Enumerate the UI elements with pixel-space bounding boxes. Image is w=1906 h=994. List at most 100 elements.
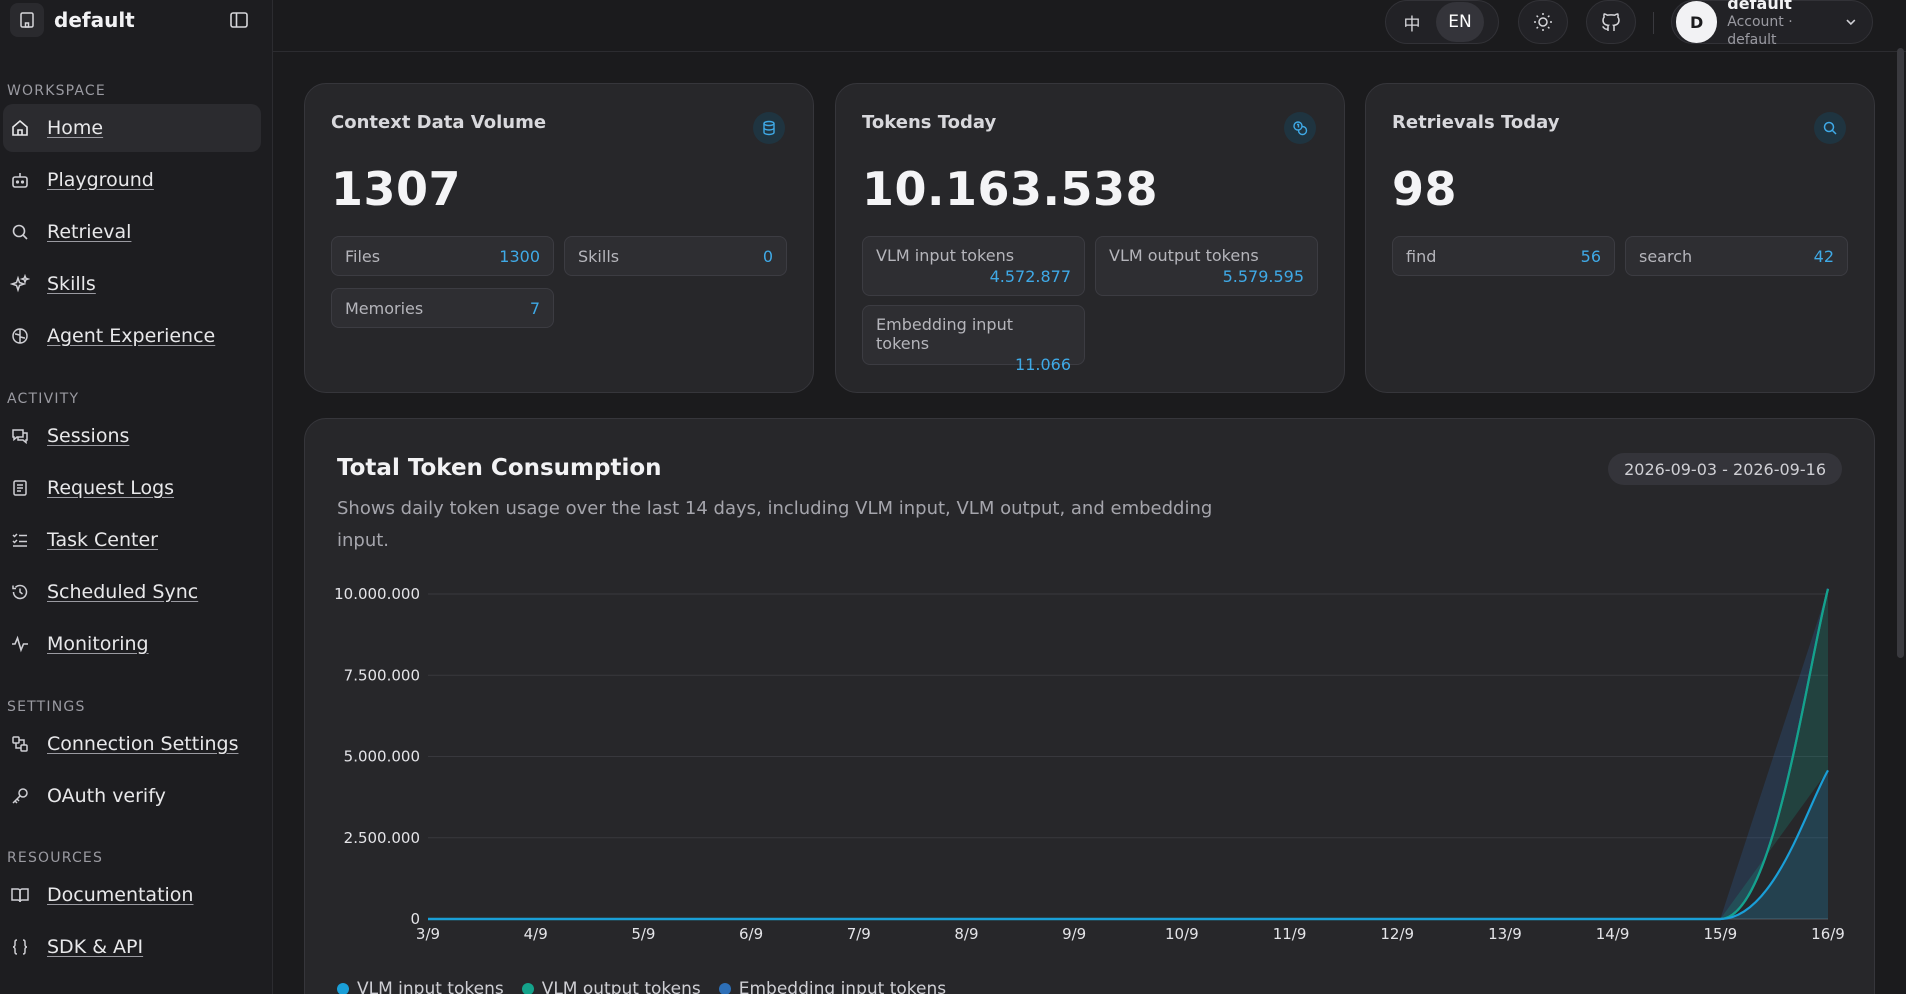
- x-tick-label: 13/9: [1488, 925, 1522, 943]
- sidebar-item-label: Playground: [47, 169, 154, 191]
- token-consumption-card: Total Token Consumption Shows daily toke…: [304, 418, 1875, 994]
- sidebar-item-sdk-api[interactable]: SDK & API: [3, 923, 261, 971]
- legend-item-embedding-input[interactable]: Embedding input tokens: [718, 979, 947, 994]
- sparkles-icon: [3, 274, 37, 294]
- stat-vlm-input: VLM input tokens 4.572.877: [862, 236, 1085, 296]
- sidebar-item-task-center[interactable]: Task Center: [3, 516, 261, 564]
- stat-vlm-output: VLM output tokens 5.579.595: [1095, 236, 1318, 296]
- scrollbar-thumb[interactable]: [1897, 48, 1904, 658]
- lang-option-zh[interactable]: 中: [1388, 2, 1436, 42]
- sidebar-item-label: Connection Settings: [47, 733, 239, 755]
- context-volume-value: 1307: [331, 162, 462, 216]
- card-title: Context Data Volume: [331, 112, 547, 133]
- tokens-today-value: 10.163.538: [862, 162, 1159, 216]
- x-tick-label: 12/9: [1380, 925, 1414, 943]
- sidebar-item-label: OAuth verify: [47, 785, 166, 807]
- section-workspace: WORKSPACE: [7, 83, 106, 99]
- section-resources: RESOURCES: [7, 850, 104, 866]
- github-icon: [1602, 13, 1620, 31]
- legend-dot: [521, 983, 534, 994]
- sun-icon: [1534, 13, 1552, 31]
- stat-label: Files: [345, 246, 381, 266]
- x-tick-label: 11/9: [1273, 925, 1307, 943]
- sidebar-item-retrieval[interactable]: Retrieval: [3, 208, 261, 256]
- sidebar-item-label: Documentation: [47, 884, 194, 906]
- stat-find: find 56: [1392, 236, 1615, 276]
- activity-icon: [3, 634, 37, 654]
- sidebar-item-label: Agent Experience: [47, 325, 216, 347]
- y-tick-label: 5.000.000: [344, 748, 420, 766]
- search-icon: [3, 222, 37, 242]
- plug-icon: [3, 734, 37, 754]
- book-icon: [3, 885, 37, 905]
- sidebar-toggle-button[interactable]: [228, 9, 250, 31]
- legend-dot: [337, 983, 349, 994]
- sidebar-item-agent-experience[interactable]: Agent Experience: [3, 312, 261, 360]
- account-name: default: [1727, 0, 1792, 13]
- panel-left-icon: [230, 12, 248, 28]
- sidebar-item-label: SDK & API: [47, 936, 144, 958]
- sidebar-item-label: Monitoring: [47, 633, 149, 655]
- account-info: default Account · default: [1727, 0, 1844, 49]
- y-tick-label: 2.500.000: [344, 829, 420, 847]
- history-icon: [3, 582, 37, 602]
- sidebar-item-home[interactable]: Home: [3, 104, 261, 152]
- sidebar-item-request-logs[interactable]: Request Logs: [3, 464, 261, 512]
- retrievals-today-card: Retrievals Today 98 find 56 search 42: [1365, 83, 1875, 393]
- stat-value: 1300: [499, 246, 540, 266]
- sidebar-item-monitoring[interactable]: Monitoring: [3, 620, 261, 668]
- sidebar-item-documentation[interactable]: Documentation: [3, 871, 261, 919]
- series-vlm-input-area: [428, 770, 1828, 919]
- sidebar-item-label: Request Logs: [47, 477, 175, 499]
- y-tick-label: 7.500.000: [344, 666, 420, 684]
- chat-icon: [3, 426, 37, 446]
- context-volume-card: Context Data Volume 1307 Files 1300 Skil…: [304, 83, 814, 393]
- series-embedding-input-line: [427, 588, 1830, 921]
- theme-toggle-button[interactable]: [1518, 0, 1568, 44]
- x-tick-label: 6/9: [739, 925, 763, 943]
- stat-value: 11.066: [1015, 355, 1071, 374]
- sidebar-item-label: Retrieval: [47, 221, 132, 243]
- stat-label: Skills: [578, 246, 620, 266]
- stat-value: 56: [1580, 246, 1601, 266]
- legend-label: Embedding input tokens: [738, 979, 947, 994]
- lang-option-en[interactable]: EN: [1436, 2, 1484, 42]
- account-subtitle: Account · default: [1727, 14, 1793, 48]
- stat-label: Embedding input tokens: [876, 315, 1013, 353]
- github-button[interactable]: [1586, 0, 1636, 44]
- series-vlm-input-line: [427, 769, 1829, 921]
- legend-label: VLM input tokens: [357, 979, 504, 994]
- stat-value: 4.572.877: [989, 267, 1071, 286]
- x-tick-label: 16/9: [1811, 925, 1845, 943]
- sidebar-item-connection-settings[interactable]: Connection Settings: [3, 720, 261, 768]
- sidebar-item-playground[interactable]: Playground: [3, 156, 261, 204]
- stat-value: 0: [762, 246, 773, 266]
- legend-label: VLM output tokens: [541, 979, 701, 994]
- x-tick-label: 14/9: [1596, 925, 1630, 943]
- tokens-today-card: Tokens Today 10.163.538 VLM input tokens…: [835, 83, 1345, 393]
- braces-icon: [3, 937, 37, 957]
- sidebar-item-skills[interactable]: Skills: [3, 260, 261, 308]
- building-icon: [10, 3, 44, 37]
- x-tick-label: 8/9: [954, 925, 978, 943]
- stat-value: 7: [529, 298, 540, 318]
- sidebar-item-label: Scheduled Sync: [47, 581, 199, 603]
- section-activity: ACTIVITY: [7, 391, 80, 407]
- page-scrollbar[interactable]: [1894, 0, 1906, 994]
- sidebar-item-scheduled-sync[interactable]: Scheduled Sync: [3, 568, 261, 616]
- legend-item-vlm-output[interactable]: VLM output tokens: [521, 979, 701, 994]
- sidebar-item-sessions[interactable]: Sessions: [3, 412, 261, 460]
- stat-embedding-input: Embedding input tokens 11.066: [862, 305, 1085, 374]
- stat-label: find: [1406, 246, 1437, 266]
- stat-files: Files 1300: [331, 236, 554, 276]
- database-icon: [753, 112, 785, 144]
- series-embedding-input-area: [428, 588, 1828, 919]
- stat-search: search 42: [1625, 236, 1848, 276]
- stat-value: 5.579.595: [1222, 267, 1304, 286]
- sidebar-item-label: Home: [47, 117, 104, 139]
- legend-item-vlm-input[interactable]: VLM input tokens: [337, 979, 504, 994]
- x-tick-label: 7/9: [847, 925, 871, 943]
- sidebar-item-oauth-verify[interactable]: OAuth verify: [3, 772, 261, 820]
- account-menu[interactable]: D default Account · default: [1671, 0, 1873, 48]
- x-tick-label: 10/9: [1165, 925, 1199, 943]
